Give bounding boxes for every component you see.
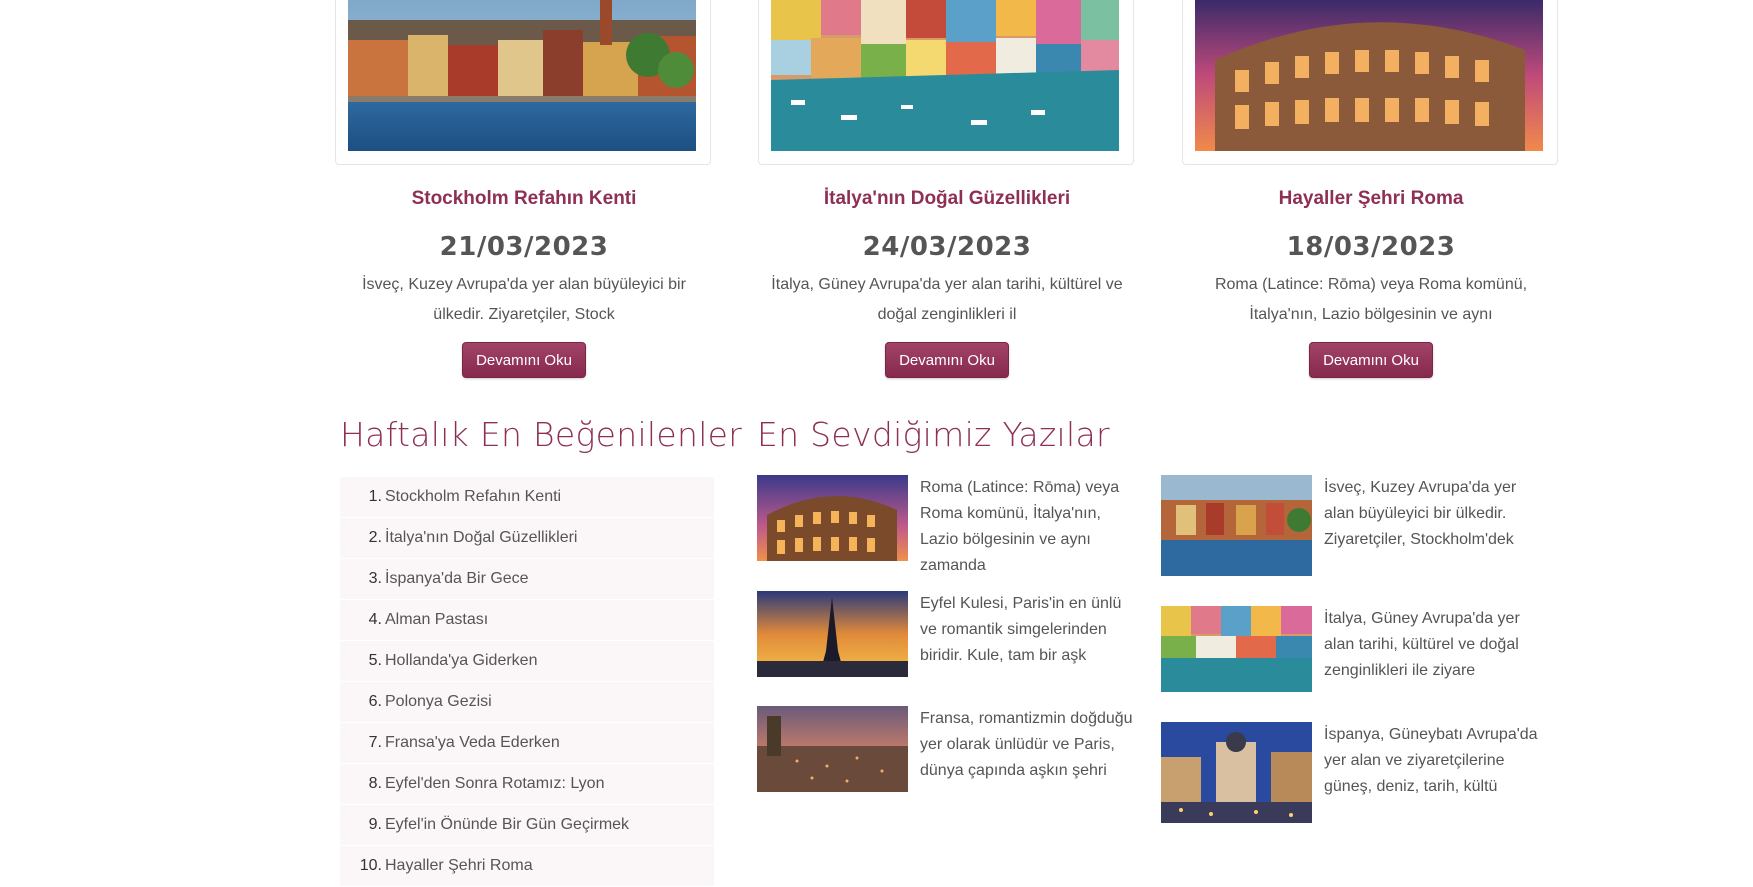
item-number: 1. [368,488,382,505]
item-link[interactable]: Eyfel'in Önünde Bir Gün Geçirmek [385,805,629,845]
item-link[interactable]: Eyfel'den Sonra Rotamız: Lyon [385,764,604,804]
item-link[interactable]: Alman Pastası [385,600,488,640]
card-excerpt: İtalya, Güney Avrupa'da yer alan tarihi,… [771,276,1123,323]
favorite-post-rome[interactable]: Roma (Latince: Rōma) veya Roma komünü, İ… [757,475,1137,585]
read-more-button[interactable]: Devamını Oku [462,342,586,378]
item-link[interactable]: Stockholm Refahın Kenti [385,477,561,517]
item-link[interactable]: Polonya Gezisi [385,682,492,722]
card-excerpt: Roma (Latince: Rōma) veya Roma komünü, İ… [1214,276,1528,323]
madrid-thumbnail[interactable] [1161,722,1312,828]
favorite-post-eiffel[interactable]: Eyfel Kulesi, Paris'in en ünlü ve romant… [757,591,1137,701]
read-more-button[interactable]: Devamını Oku [885,342,1009,378]
list-item[interactable]: 9. Eyfel'in Önünde Bir Gün Geçirmek [340,805,714,846]
item-number: 8. [368,775,382,792]
favorite-excerpt[interactable]: İtalya, Güney Avrupa'da yer alan tarihi,… [1324,606,1539,684]
item-number: 6. [368,693,382,710]
eiffel-tower-thumbnail[interactable] [757,591,908,682]
weekly-heading: Haftalık En Beğenilenler [340,415,743,454]
card-date: 24/03/2023 [862,232,1032,262]
favorite-post-italy[interactable]: İtalya, Güney Avrupa'da yer alan tarihi,… [1161,606,1541,716]
card-title[interactable]: İtalya'nın Doğal Güzellikleri [758,188,1136,210]
item-link[interactable]: İtalya'nın Doğal Güzellikleri [385,518,577,558]
list-item[interactable]: 8. Eyfel'den Sonra Rotamız: Lyon [340,764,714,805]
colosseum-photo[interactable] [1195,0,1543,151]
favorites-heading: En Sevdiğimiz Yazılar [757,415,1110,454]
card-excerpt: İsveç, Kuzey Avrupa'da yer alan büyüleyi… [362,276,686,323]
item-number: 5. [368,652,382,669]
card-date: 18/03/2023 [1286,232,1456,262]
list-item[interactable]: 1. Stockholm Refahın Kenti [340,477,714,518]
favorite-excerpt[interactable]: İsveç, Kuzey Avrupa'da yer alan büyüleyi… [1324,475,1539,553]
list-item[interactable]: 2. İtalya'nın Doğal Güzellikleri [340,518,714,559]
item-link[interactable]: Hayaller Şehri Roma [385,846,533,886]
item-link[interactable]: Fransa'ya Veda Ederken [385,723,560,763]
favorite-post-paris[interactable]: Fransa, romantizmin doğduğu yer olarak ü… [757,706,1137,816]
item-number: 2. [368,529,382,546]
favorite-excerpt[interactable]: İspanya, Güneybatı Avrupa'da yer alan ve… [1324,722,1539,800]
list-item[interactable]: 3. İspanya'da Bir Gece [340,559,714,600]
favorite-excerpt[interactable]: Roma (Latince: Rōma) veya Roma komünü, İ… [920,475,1135,579]
list-item[interactable]: 5. Hollanda'ya Giderken [340,641,714,682]
item-number: 10. [359,857,382,874]
stockholm-photo[interactable] [348,0,696,151]
favorite-post-sweden[interactable]: İsveç, Kuzey Avrupa'da yer alan büyüleyi… [1161,475,1541,585]
list-item[interactable]: 10. Hayaller Şehri Roma [340,846,714,887]
list-item[interactable]: 7. Fransa'ya Veda Ederken [340,723,714,764]
item-number: 3. [368,570,382,587]
italy-thumbnail[interactable] [1161,606,1312,697]
item-number: 9. [368,816,382,833]
item-number: 4. [368,611,382,628]
item-link[interactable]: İspanya'da Bir Gece [385,559,529,599]
list-item[interactable]: 6. Polonya Gezisi [340,682,714,723]
paris-thumbnail[interactable] [757,706,908,797]
colosseum-thumbnail[interactable] [757,475,908,566]
favorite-excerpt[interactable]: Fransa, romantizmin doğduğu yer olarak ü… [920,706,1135,784]
card-title[interactable]: Stockholm Refahın Kenti [335,188,713,210]
stockholm-thumbnail[interactable] [1161,475,1312,581]
weekly-list: 1. Stockholm Refahın Kenti 2. İtalya'nın D… [340,477,714,887]
card-date: 21/03/2023 [439,232,609,262]
italy-coast-photo[interactable] [771,0,1119,151]
favorite-post-spain[interactable]: İspanya, Güneybatı Avrupa'da yer alan ve… [1161,722,1541,832]
list-item[interactable]: 4. Alman Pastası [340,600,714,641]
item-link[interactable]: Hollanda'ya Giderken [385,641,537,681]
favorite-excerpt[interactable]: Eyfel Kulesi, Paris'in en ünlü ve romant… [920,591,1135,669]
card-title[interactable]: Hayaller Şehri Roma [1182,188,1560,210]
read-more-button[interactable]: Devamını Oku [1309,342,1433,378]
item-number: 7. [368,734,382,751]
